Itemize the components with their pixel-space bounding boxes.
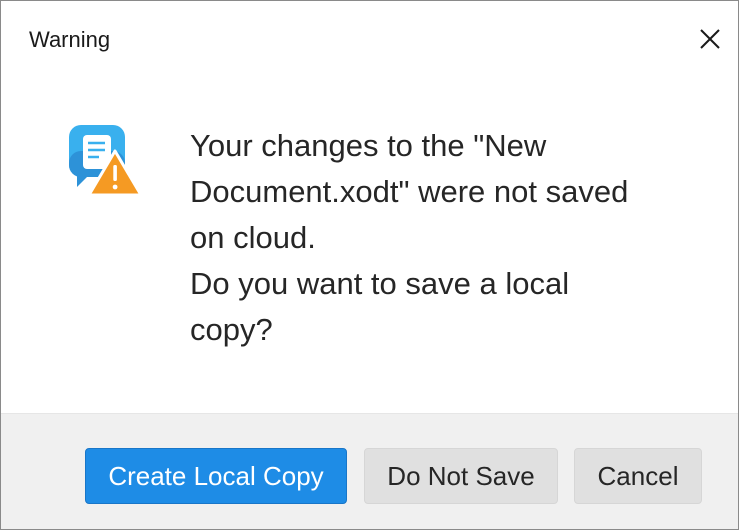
cloud-document-warning-icon (65, 121, 145, 201)
cancel-button[interactable]: Cancel (574, 448, 702, 504)
message-line: Do you want to save a local (190, 266, 570, 301)
dialog-footer: Create Local Copy Do Not Save Cancel (1, 413, 738, 529)
dialog-title: Warning (29, 27, 111, 52)
message-line: Document.xodt" were not saved (190, 174, 629, 209)
close-button[interactable] (690, 19, 730, 59)
dialog-message: Your changes to the "New Document.xodt" … (190, 123, 710, 353)
message-line: on cloud. (190, 220, 316, 255)
dialog-body: Your changes to the "New Document.xodt" … (1, 73, 738, 413)
message-line: copy? (190, 312, 273, 347)
close-icon (700, 29, 720, 49)
message-line: Your changes to the "New (190, 128, 547, 163)
warning-dialog: Warning Your changes to the "New Documen… (0, 0, 739, 530)
dialog-titlebar: Warning (1, 1, 738, 73)
do-not-save-button[interactable]: Do Not Save (364, 448, 558, 504)
create-local-copy-button[interactable]: Create Local Copy (85, 448, 347, 504)
